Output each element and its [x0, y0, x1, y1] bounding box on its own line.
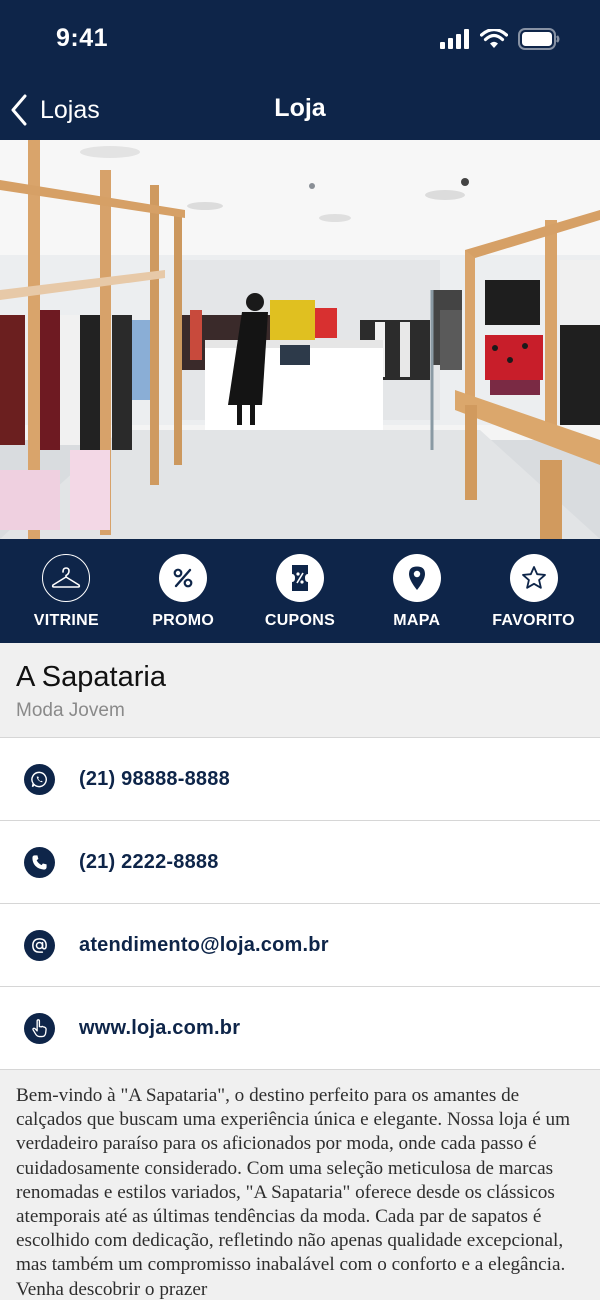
at-icon — [24, 929, 55, 961]
mapa-button[interactable]: MAPA — [362, 539, 472, 643]
back-label: Lojas — [40, 95, 100, 124]
store-description: Bem-vindo à "A Sapataria", o destino per… — [0, 1070, 600, 1300]
mapa-icon-circle — [392, 554, 441, 602]
store-name: A Sapataria — [16, 661, 166, 693]
favorito-icon-circle — [509, 554, 558, 602]
percent-icon — [173, 568, 193, 588]
chevron-left-icon — [11, 94, 27, 126]
pointer-hand-icon — [24, 1012, 55, 1044]
map-pin-icon — [408, 566, 425, 590]
description-text: Bem-vindo à "A Sapataria", o destino per… — [16, 1085, 571, 1300]
cupons-icon-circle — [275, 554, 324, 602]
cupons-label: CUPONS — [264, 612, 336, 629]
favorito-button[interactable]: FAVORITO — [479, 539, 589, 643]
promo-icon-circle — [159, 554, 208, 602]
whatsapp-icon — [24, 763, 55, 795]
email-address: atendimento@loja.com.br — [79, 933, 329, 956]
action-bar: VITRINE PROMO CUPONS MAPA FAVORITO — [0, 539, 600, 643]
promo-button[interactable]: PROMO — [128, 539, 238, 643]
coupon-icon — [291, 565, 308, 591]
whatsapp-number: (21) 98888-8888 — [79, 767, 230, 790]
signal-icon — [440, 29, 469, 49]
cupons-button[interactable]: CUPONS — [245, 539, 355, 643]
top-bar: 9:41 Lojas Loja — [0, 0, 600, 140]
hanger-icon — [52, 567, 81, 588]
store-category: Moda Jovem — [16, 700, 125, 721]
promo-label: PROMO — [152, 612, 215, 629]
nav-bar: Lojas Loja — [0, 80, 600, 140]
phone-number: (21) 2222-8888 — [79, 850, 219, 873]
vitrine-button[interactable]: VITRINE — [11, 539, 121, 643]
contact-list: (21) 98888-8888 (21) 2222-8888 atendimen… — [0, 738, 600, 1070]
mapa-label: MAPA — [393, 612, 441, 629]
phone-row[interactable]: (21) 2222-8888 — [0, 821, 600, 904]
back-button[interactable]: Lojas — [10, 90, 100, 130]
status-bar: 9:41 — [0, 0, 600, 80]
star-icon — [521, 566, 546, 589]
vitrine-label: VITRINE — [33, 612, 99, 629]
status-icons — [440, 28, 560, 50]
website-url: www.loja.com.br — [79, 1016, 241, 1039]
favorito-label: FAVORITO — [492, 612, 575, 629]
website-row[interactable]: www.loja.com.br — [0, 987, 600, 1070]
battery-icon — [518, 28, 560, 50]
store-photo — [0, 140, 600, 539]
whatsapp-row[interactable]: (21) 98888-8888 — [0, 738, 600, 821]
wifi-icon — [480, 29, 508, 48]
phone-icon — [24, 846, 55, 878]
store-header: A Sapataria Moda Jovem — [0, 643, 600, 738]
status-time: 9:41 — [56, 24, 109, 52]
vitrine-icon-circle — [42, 554, 91, 602]
email-row[interactable]: atendimento@loja.com.br — [0, 904, 600, 987]
